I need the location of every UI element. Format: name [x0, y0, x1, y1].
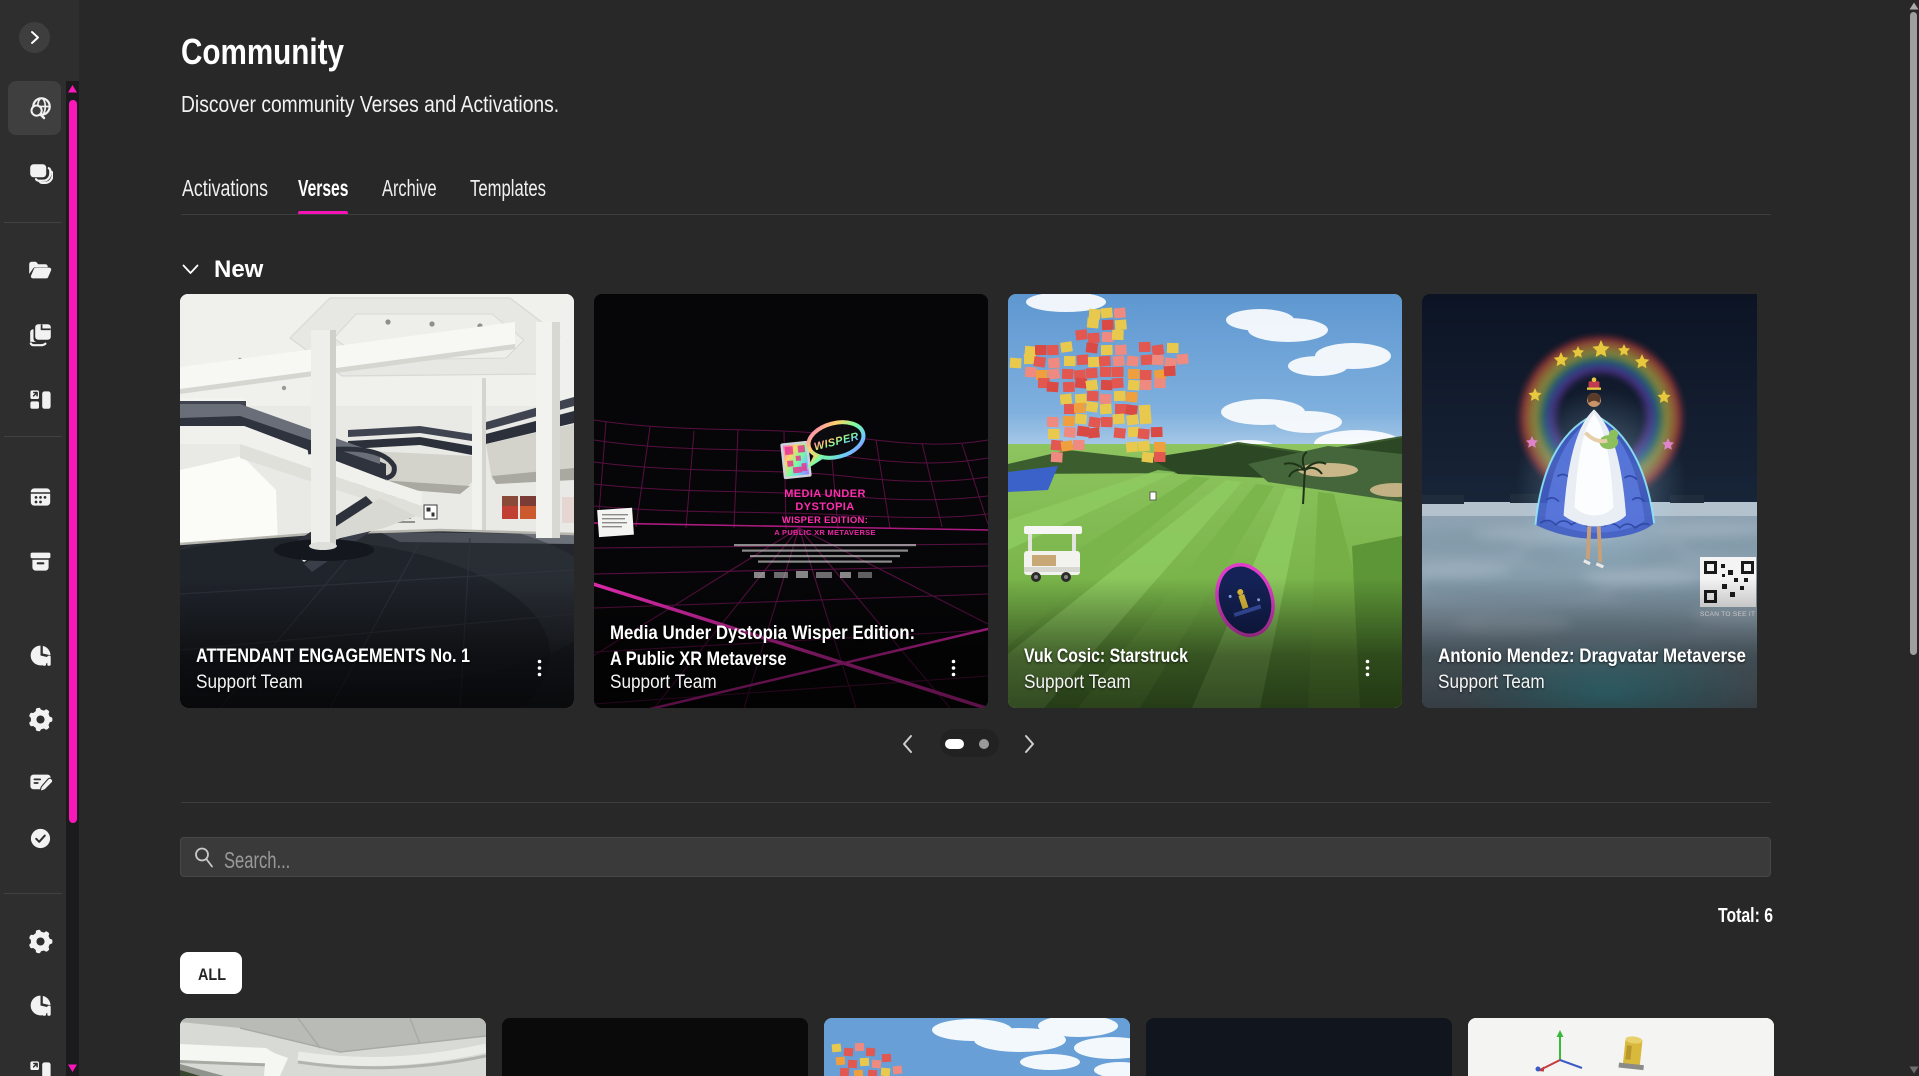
svg-text:WISPER EDITION:: WISPER EDITION: — [782, 515, 868, 526]
svg-text:A PUBLIC XR METAVERSE: A PUBLIC XR METAVERSE — [774, 528, 876, 537]
svg-text:DYSTOPIA: DYSTOPIA — [795, 501, 854, 513]
svg-text:MEDIA UNDER: MEDIA UNDER — [784, 488, 866, 500]
